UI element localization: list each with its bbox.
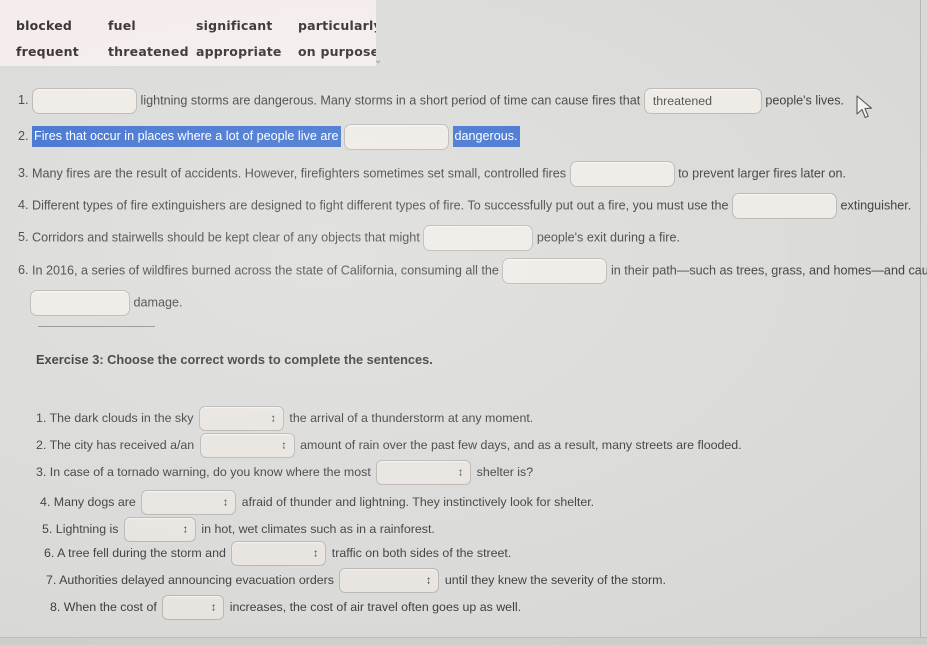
item-text: The city has received a/an bbox=[49, 437, 195, 452]
item-number: 8. bbox=[50, 599, 61, 614]
item-number: 1. bbox=[18, 93, 29, 108]
word-bank-word: on purpose bbox=[298, 44, 376, 59]
exercise3-item-1: 1. The dark clouds in the sky ↕ the arri… bbox=[36, 406, 533, 431]
exercise-3-title: Exercise 3: Choose the correct words to … bbox=[36, 352, 433, 367]
item-text-tail: extinguisher. bbox=[840, 198, 912, 213]
updown-arrows-icon: ↕ bbox=[182, 523, 188, 535]
selected-text-highlight-tail[interactable]: dangerous. bbox=[452, 126, 520, 148]
dropdown-select-2[interactable]: ↕ bbox=[199, 433, 295, 458]
item-text: Different types of fire extinguishers ar… bbox=[32, 198, 729, 213]
item-text: Many dogs are bbox=[53, 494, 136, 509]
exercise2-item-5: 5. Corridors and stairwells should be ke… bbox=[18, 225, 680, 251]
updown-arrows-icon: ↕ bbox=[457, 466, 464, 478]
blank-input-3[interactable] bbox=[569, 161, 675, 187]
item-number: 6. bbox=[18, 263, 29, 278]
item-number: 3. bbox=[36, 464, 47, 479]
item-number: 5. bbox=[18, 230, 29, 245]
word-bank-word: particularly bbox=[298, 18, 376, 33]
item-text-tail: increases, the cost of air travel often … bbox=[229, 599, 522, 614]
item-number: 5. bbox=[42, 521, 53, 536]
page-right-edge bbox=[920, 0, 921, 644]
exercise3-item-8: 8. When the cost of ↕ increases, the cos… bbox=[50, 595, 521, 620]
chevron-down-icon: ⌄ bbox=[374, 55, 383, 66]
item-text-tail: in hot, wet climates such as in a rainfo… bbox=[201, 521, 435, 536]
item-text: In 2016, a series of wildfires burned ac… bbox=[32, 263, 499, 278]
item-number: 4. bbox=[40, 494, 51, 509]
exercise2-item-4: 4. Different types of fire extinguishers… bbox=[18, 193, 911, 219]
updown-arrows-icon: ↕ bbox=[425, 574, 432, 586]
exercise3-item-5: 5. Lightning is ↕ in hot, wet climates s… bbox=[42, 517, 435, 542]
selected-text-highlight[interactable]: Fires that occur in places where a lot o… bbox=[32, 126, 341, 148]
exercise2-item-6: 6. In 2016, a series of wildfires burned… bbox=[18, 258, 927, 284]
exercise2-item-3: 3. Many fires are the result of accident… bbox=[18, 161, 846, 187]
word-bank-image: blocked fuel significant particularly fr… bbox=[0, 0, 376, 66]
word-bank-word: threatened bbox=[108, 44, 189, 59]
exercise3-item-4: 4. Many dogs are ↕ afraid of thunder and… bbox=[40, 490, 594, 515]
item-number: 6. bbox=[44, 545, 55, 560]
dropdown-select-8[interactable]: ↕ bbox=[162, 595, 225, 620]
blank-input-5[interactable] bbox=[423, 225, 534, 251]
item-text-tail: the arrival of a thunderstorm at any mom… bbox=[289, 410, 534, 425]
item-text: Authorities delayed announcing evacuatio… bbox=[59, 572, 334, 587]
dropdown-select-7[interactable]: ↕ bbox=[339, 568, 440, 593]
exercise3-item-6: 6. A tree fell during the storm and ↕ tr… bbox=[44, 541, 511, 566]
updown-arrows-icon: ↕ bbox=[312, 547, 319, 559]
blank-input-1a[interactable] bbox=[32, 88, 138, 114]
word-bank-word: appropriate bbox=[196, 44, 282, 59]
exercise2-item-6-continued: damage. bbox=[30, 290, 183, 316]
item-text-tail: afraid of thunder and lightning. They in… bbox=[241, 494, 595, 509]
item-text: In case of a tornado warning, do you kno… bbox=[49, 464, 371, 479]
dropdown-select-3[interactable]: ↕ bbox=[376, 460, 472, 485]
exercise2-item-2: 2. Fires that occur in places where a lo… bbox=[18, 124, 520, 150]
item-text: The dark clouds in the sky bbox=[49, 410, 194, 425]
item-number: 1. bbox=[36, 410, 47, 425]
section-divider bbox=[38, 326, 155, 327]
item-number: 4. bbox=[18, 198, 29, 213]
updown-arrows-icon: ↕ bbox=[270, 412, 276, 424]
dropdown-select-5[interactable]: ↕ bbox=[123, 517, 196, 542]
item-text-tail: traffic on both sides of the street. bbox=[331, 545, 512, 560]
worksheet-page: blocked fuel significant particularly fr… bbox=[0, 0, 927, 644]
updown-arrows-icon: ↕ bbox=[222, 496, 229, 508]
dropdown-select-1[interactable]: ↕ bbox=[198, 406, 284, 431]
dropdown-select-4[interactable]: ↕ bbox=[141, 490, 237, 515]
word-bank-word: significant bbox=[196, 18, 273, 33]
updown-arrows-icon: ↕ bbox=[281, 439, 287, 451]
item-text-tail: in their path—such as trees, grass, and … bbox=[610, 263, 927, 278]
item-text: A tree fell during the storm and bbox=[57, 545, 226, 560]
blank-input-1b[interactable]: threatened bbox=[643, 88, 762, 114]
blank-input-2[interactable] bbox=[344, 124, 450, 150]
updown-arrows-icon: ↕ bbox=[210, 601, 217, 613]
item-text-tail: amount of rain over the past few days, a… bbox=[300, 437, 742, 452]
item-text-tail: shelter is? bbox=[476, 464, 534, 479]
item-number: 7. bbox=[46, 572, 57, 587]
item-text: Corridors and stairwells should be kept … bbox=[32, 230, 420, 245]
item-number: 3. bbox=[18, 166, 29, 181]
exercise3-item-7: 7. Authorities delayed announcing evacua… bbox=[46, 568, 666, 593]
item-number: 2. bbox=[18, 129, 29, 144]
word-bank-word: frequent bbox=[16, 44, 79, 59]
item-text-tail2: damage. bbox=[133, 295, 183, 310]
item-text: When the cost of bbox=[63, 599, 157, 614]
word-bank-word: blocked bbox=[16, 18, 73, 33]
word-bank-word: fuel bbox=[108, 18, 136, 33]
blank-input-4[interactable] bbox=[732, 193, 838, 219]
item-number: 2. bbox=[36, 437, 47, 452]
exercise3-item-2: 2. The city has received a/an ↕ amount o… bbox=[36, 433, 742, 458]
item-text: Lightning is bbox=[55, 521, 119, 536]
item-text: lightning storms are dangerous. Many sto… bbox=[140, 93, 641, 108]
item-text-tail: until they knew the severity of the stor… bbox=[444, 572, 666, 587]
item-text: Many fires are the result of accidents. … bbox=[32, 166, 567, 181]
blank-input-6b[interactable] bbox=[30, 290, 130, 316]
word-bank-grid: blocked fuel significant particularly fr… bbox=[0, 0, 376, 66]
item-text-tail: to prevent larger fires later on. bbox=[678, 166, 847, 181]
item-text-tail: people's lives. bbox=[765, 93, 845, 108]
exercise2-item-1: 1. lightning storms are dangerous. Many … bbox=[18, 88, 844, 114]
item-text-tail: people's exit during a fire. bbox=[536, 230, 680, 245]
blank-input-6a[interactable] bbox=[502, 258, 608, 284]
dropdown-select-6[interactable]: ↕ bbox=[231, 541, 327, 566]
exercise3-item-3: 3. In case of a tornado warning, do you … bbox=[36, 460, 533, 485]
